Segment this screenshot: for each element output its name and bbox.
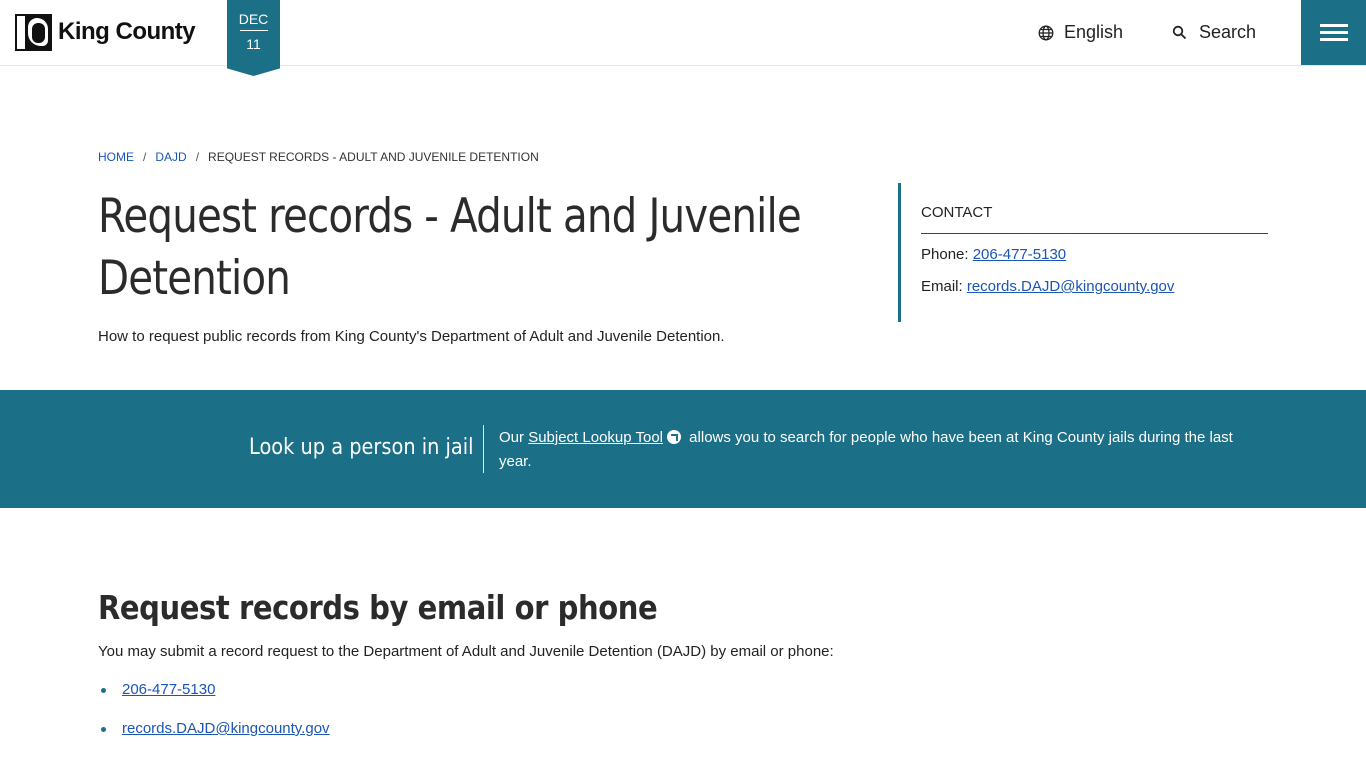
contact-box: CONTACT Phone: 206-477-5130 Email: recor… [898, 183, 1268, 322]
page-subtitle: How to request public records from King … [98, 328, 725, 345]
hamburger-menu-icon-bar [1320, 38, 1348, 41]
section-title: Request records by email or phone [98, 588, 658, 627]
request-phone-link[interactable]: 206-477-5130 [122, 681, 215, 698]
search-label: Search [1199, 22, 1257, 42]
hamburger-menu-icon [1320, 24, 1348, 27]
contact-phone-link[interactable]: 206-477-5130 [973, 246, 1066, 263]
banner-text-before: Our [499, 429, 529, 446]
date-day: 11 [246, 36, 261, 52]
contact-heading: CONTACT [921, 183, 1268, 234]
site-header: King County DEC 11 English Search [0, 0, 1366, 76]
date-divider [239, 30, 268, 31]
hamburger-menu-icon-bar [1320, 31, 1348, 34]
contact-email-label: Email: [921, 278, 967, 295]
king-county-emblem-icon [15, 13, 52, 51]
search-icon [1172, 25, 1187, 40]
language-label: English [1064, 22, 1124, 42]
external-link-icon [667, 430, 682, 444]
breadcrumb-separator: / [143, 150, 147, 164]
request-email-link[interactable]: records.DAJD@kingcounty.gov [122, 720, 330, 737]
section-text: You may submit a record request to the D… [98, 643, 834, 660]
breadcrumb-home[interactable]: HOME [98, 150, 134, 164]
banner-title: Look up a person in jail [249, 435, 474, 460]
jail-lookup-banner: Look up a person in jail Our Subject Loo… [0, 390, 1366, 508]
date-badge: DEC 11 [227, 0, 280, 76]
contact-email: Email: records.DAJD@kingcounty.gov [921, 278, 1268, 295]
breadcrumb-separator: / [195, 150, 200, 164]
breadcrumb: HOME / DAJD / REQUEST RECORDS - ADULT AN… [98, 150, 539, 164]
request-methods-list: 206-477-5130 records.DAJD@kingcounty.gov [98, 681, 330, 759]
date-month: DEC [238, 11, 269, 27]
contact-email-link[interactable]: records.DAJD@kingcounty.gov [967, 278, 1175, 295]
page-title: Request records - Adult and Juvenile Det… [98, 189, 802, 306]
banner-divider [483, 425, 484, 473]
list-item: 206-477-5130 [98, 681, 330, 720]
globe-icon [1038, 25, 1054, 40]
language-selector[interactable]: English [1038, 22, 1123, 43]
logo-text: King County [58, 18, 196, 45]
banner-text: Our Subject Lookup Tool allows you to se… [499, 426, 1249, 474]
subject-lookup-tool-link[interactable]: Subject Lookup Tool [528, 429, 663, 446]
bullet-icon [101, 727, 106, 732]
bullet-icon [101, 688, 106, 693]
hamburger-menu-button[interactable] [1301, 0, 1366, 65]
breadcrumb-dajd[interactable]: DAJD [155, 150, 186, 164]
list-item: records.DAJD@kingcounty.gov [98, 720, 330, 759]
breadcrumb-current: REQUEST RECORDS - ADULT AND JUVENILE DET… [208, 150, 539, 164]
king-county-logo[interactable]: King County [15, 13, 196, 51]
contact-phone: Phone: 206-477-5130 [921, 246, 1268, 263]
contact-phone-label: Phone: [921, 246, 973, 263]
search-button[interactable]: Search [1172, 22, 1256, 43]
